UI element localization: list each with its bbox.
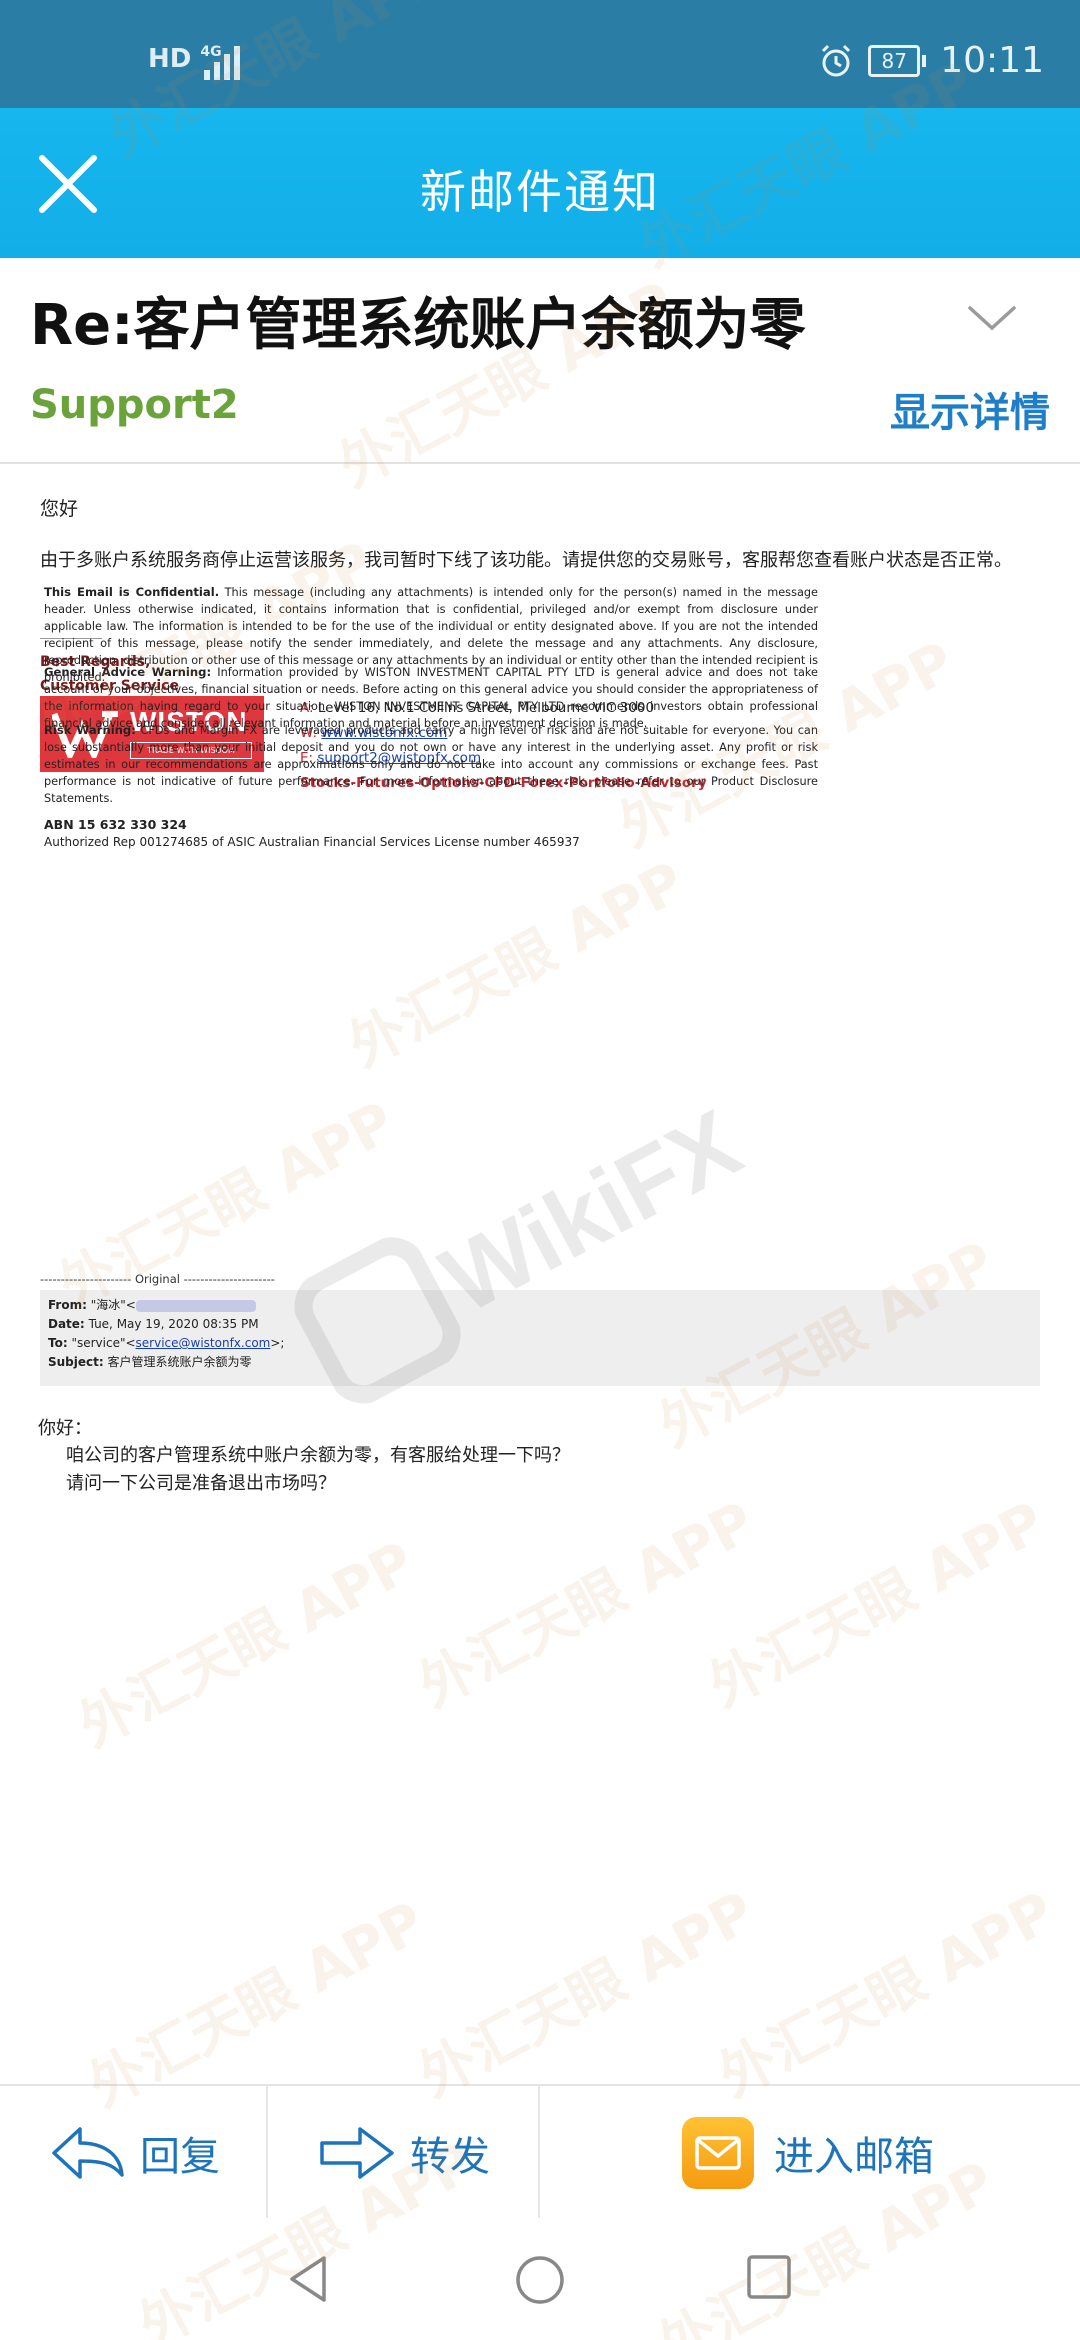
- legal-title: General Advice Warning:: [44, 665, 212, 679]
- abn-block: ABN 15 632 330 324 Authorized Rep 001274…: [44, 816, 580, 851]
- legal-title: Risk Warning:: [44, 723, 136, 737]
- reply-lines: 咱公司的客户管理系统中账户余额为零，有客服给处理一下吗？ 请问一下公司是准备退出…: [66, 1442, 570, 1498]
- forward-icon: [320, 2127, 394, 2179]
- original-date: Date: Tue, May 19, 2020 08:35 PM: [48, 1315, 1032, 1334]
- reply-greeting: 你好：: [38, 1418, 92, 1439]
- reply-icon: [52, 2127, 124, 2179]
- from-label: From:: [48, 1298, 87, 1312]
- back-nav-icon[interactable]: [286, 2254, 330, 2304]
- chevron-down-icon[interactable]: [966, 300, 1018, 336]
- greeting: 您好: [40, 498, 79, 520]
- original-to: To: "service"<service@wistonfx.com>;: [48, 1334, 1032, 1353]
- header-title: 新邮件通知: [420, 165, 660, 219]
- subject-label: Subject:: [48, 1355, 104, 1369]
- email-subject: Re:客户管理系统账户余额为零: [30, 293, 806, 358]
- body-paragraph: 由于多账户系统服务商停止运营该服务，我司暂时下线了该功能。请提供您的交易账号，客…: [40, 550, 1012, 571]
- to-name: "service"<: [71, 1336, 136, 1350]
- legal-risk: Risk Warning: CFDs and Margin FX are lev…: [44, 722, 818, 807]
- reply-button[interactable]: 回复: [50, 2086, 220, 2220]
- date-label: Date:: [48, 1317, 85, 1331]
- alarm-icon: [822, 44, 851, 76]
- to-end: >;: [270, 1336, 285, 1350]
- status-right: 87 10:11: [818, 40, 1044, 81]
- to-label: To:: [48, 1336, 68, 1350]
- app-header: 新邮件通知: [0, 108, 1080, 258]
- reply-line: 咱公司的客户管理系统中账户余额为零，有客服给处理一下吗？: [66, 1445, 570, 1466]
- service-email-link[interactable]: service@wistonfx.com: [136, 1336, 271, 1350]
- date-value: Tue, May 19, 2020 08:35 PM: [88, 1317, 259, 1331]
- original-header: From: "海冰"< Date: Tue, May 19, 2020 08:3…: [40, 1290, 1040, 1386]
- original-separator: ---------------------- Original --------…: [40, 1272, 275, 1286]
- redacted-address: [135, 1299, 256, 1312]
- legal-text: CFDs and Margin FX are leveraged product…: [44, 724, 819, 805]
- recents-nav-icon[interactable]: [746, 2254, 792, 2300]
- show-details-link[interactable]: 显示详情: [890, 380, 1050, 438]
- original-subject: Subject: 客户管理系统账户余额为零: [48, 1353, 1032, 1372]
- toolbar-separator: [266, 2086, 268, 2220]
- hd-label: HD: [148, 44, 192, 74]
- inbox-label: 进入邮箱: [774, 2134, 934, 2180]
- email-sender: Support2: [30, 382, 239, 428]
- battery-indicator: 87: [868, 44, 927, 77]
- forward-label: 转发: [410, 2134, 490, 2180]
- from-value: "海冰"<: [90, 1298, 136, 1312]
- subject-value: 客户管理系统账户余额为零: [107, 1355, 252, 1369]
- original-from: From: "海冰"<: [48, 1296, 1032, 1315]
- navigation-bar: [0, 2218, 1080, 2340]
- forward-button[interactable]: 转发: [318, 2086, 490, 2220]
- reply-line: 请问一下公司是准备退出市场吗？: [66, 1473, 336, 1494]
- authorized-rep: Authorized Rep 001274685 of ASIC Austral…: [44, 835, 580, 849]
- inbox-button[interactable]: 进入邮箱: [682, 2086, 934, 2220]
- reply-label: 回复: [140, 2134, 220, 2180]
- legal-title: This Email is Confidential.: [44, 585, 220, 599]
- toolbar-separator: [538, 2086, 540, 2220]
- email-body: 您好 由于多账户系统服务商停止运营该服务，我司暂时下线了该功能。请提供您的交易账…: [0, 464, 1080, 2084]
- status-bar: HD 4G 87 10:11: [0, 0, 1080, 108]
- clock: 10:11: [940, 40, 1044, 81]
- bottom-toolbar: 回复 转发 进入邮箱: [0, 2084, 1080, 2220]
- mail-icon: [682, 2117, 754, 2189]
- home-nav-icon[interactable]: [514, 2254, 566, 2306]
- signal-icon: [204, 46, 240, 80]
- abn-number: ABN 15 632 330 324: [44, 817, 187, 832]
